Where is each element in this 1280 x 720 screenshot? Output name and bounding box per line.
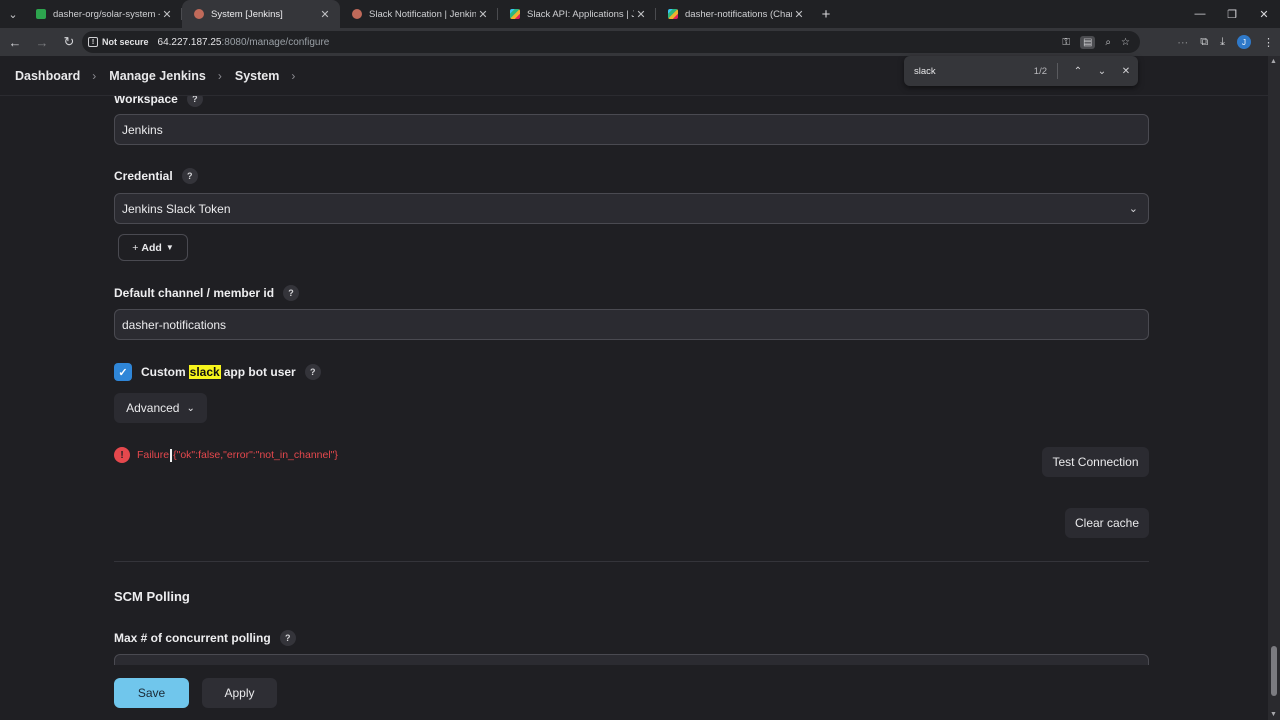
tab-groups-icon[interactable]: ⋯ bbox=[1177, 36, 1188, 49]
find-match-count: 1/2 bbox=[1033, 65, 1047, 77]
find-in-page-bar: slack 1/2 ⌃ ⌄ ✕ bbox=[904, 56, 1138, 86]
apply-button[interactable]: Apply bbox=[202, 678, 277, 708]
reload-icon[interactable]: ↻ bbox=[57, 34, 81, 50]
tab-title: System [Jenkins] bbox=[211, 8, 283, 20]
browser-tab[interactable]: dasher-org/solar-system - sola ✕ bbox=[24, 0, 182, 28]
browser-tab[interactable]: Slack API: Applications | Jenkins ✕ bbox=[498, 0, 656, 28]
find-next-icon[interactable]: ⌄ bbox=[1090, 66, 1114, 77]
workspace-field[interactable]: Jenkins bbox=[114, 114, 1149, 145]
find-input[interactable]: slack bbox=[914, 66, 1034, 77]
new-tab-icon[interactable]: + bbox=[814, 6, 838, 23]
advanced-button[interactable]: Advanced ⌄ bbox=[114, 393, 207, 423]
find-close-icon[interactable]: ✕ bbox=[1114, 66, 1138, 77]
github-favicon-icon bbox=[36, 9, 46, 19]
zoom-icon[interactable]: ⌕ bbox=[1105, 37, 1111, 48]
jenkins-favicon-icon bbox=[352, 9, 362, 19]
slack-favicon-icon bbox=[510, 9, 520, 19]
connection-failure-message: ! Failure {"ok":false,"error":"not_in_ch… bbox=[114, 447, 338, 463]
profile-avatar[interactable]: J bbox=[1237, 35, 1251, 49]
help-icon[interactable]: ? bbox=[279, 630, 296, 646]
close-tab-icon[interactable]: ✕ bbox=[634, 8, 648, 21]
chevron-right-icon[interactable]: › bbox=[291, 69, 295, 83]
custom-bot-user-row: ✓ Custom slack app bot user ? bbox=[114, 363, 321, 381]
tab-search-icon[interactable]: ⌄ bbox=[2, 3, 24, 25]
close-tab-icon[interactable]: ✕ bbox=[792, 8, 806, 21]
back-icon[interactable]: ← bbox=[3, 35, 27, 50]
minimize-icon[interactable]: — bbox=[1184, 0, 1216, 28]
chevron-down-icon: ⌄ bbox=[1128, 203, 1138, 215]
close-tab-icon[interactable]: ✕ bbox=[476, 8, 490, 21]
save-button[interactable]: Save bbox=[114, 678, 189, 708]
breadcrumb-system[interactable]: System bbox=[235, 69, 279, 83]
help-icon[interactable]: ? bbox=[304, 364, 321, 380]
caret-down-icon: ▼ bbox=[165, 243, 174, 252]
breadcrumb-manage-jenkins[interactable]: Manage Jenkins bbox=[109, 69, 206, 83]
restore-icon[interactable]: ❐ bbox=[1216, 0, 1248, 28]
breadcrumb-dashboard[interactable]: Dashboard bbox=[15, 69, 80, 83]
tab-title: Slack Notification | Jenkins plug bbox=[369, 8, 476, 20]
scrollbar-thumb[interactable] bbox=[1271, 646, 1277, 696]
add-credential-button[interactable]: + Add ▼ bbox=[118, 234, 188, 261]
download-icon[interactable]: ⤓ bbox=[1220, 36, 1225, 49]
find-previous-icon[interactable]: ⌃ bbox=[1066, 66, 1090, 77]
custom-bot-user-checkbox[interactable]: ✓ bbox=[114, 363, 132, 381]
default-channel-field[interactable]: dasher-notifications bbox=[114, 309, 1149, 340]
tab-title: dasher-org/solar-system - sola bbox=[53, 8, 160, 20]
chevron-down-icon: ⌄ bbox=[186, 402, 195, 414]
warning-icon: ! bbox=[88, 37, 98, 47]
help-icon[interactable]: ? bbox=[181, 168, 198, 184]
tab-title: Slack API: Applications | Jenkins bbox=[527, 8, 634, 20]
window-controls: — ❐ ✕ bbox=[1184, 0, 1280, 28]
browser-tab-strip: ⌄ dasher-org/solar-system - sola ✕ Syste… bbox=[0, 0, 1280, 28]
browser-toolbar: ← → ↻ ! Not secure 64.227.187.25:8080/ma… bbox=[0, 28, 1280, 56]
tab-title: dasher-notifications (Channel) bbox=[685, 8, 792, 20]
close-tab-icon[interactable]: ✕ bbox=[318, 8, 332, 21]
scm-polling-heading: SCM Polling bbox=[114, 589, 190, 604]
password-key-icon[interactable]: ⚿ bbox=[1062, 37, 1070, 48]
credential-label: Credential ? bbox=[114, 168, 198, 184]
url-path: :8080/manage/configure bbox=[221, 36, 330, 48]
bookmark-star-icon[interactable]: ☆ bbox=[1121, 37, 1130, 48]
jenkins-favicon-icon bbox=[194, 9, 204, 19]
page-scrollbar[interactable]: ▲ ▼ bbox=[1268, 56, 1280, 720]
jenkins-page: Dashboard › Manage Jenkins › System › Wo… bbox=[0, 56, 1280, 720]
credential-select[interactable]: Jenkins Slack Token ⌄ bbox=[114, 193, 1149, 224]
url-host: 64.227.187.25 bbox=[157, 36, 222, 48]
address-bar[interactable]: ! Not secure 64.227.187.25:8080/manage/c… bbox=[82, 31, 1140, 53]
scroll-up-icon[interactable]: ▲ bbox=[1270, 58, 1277, 65]
security-indicator[interactable]: ! Not secure bbox=[88, 37, 149, 47]
form-action-bar: Save Apply bbox=[0, 665, 1268, 720]
forward-icon[interactable]: → bbox=[30, 35, 54, 50]
browser-menu-icon[interactable]: ⋮ bbox=[1263, 36, 1274, 49]
section-divider bbox=[114, 561, 1149, 562]
default-channel-label: Default channel / member id ? bbox=[114, 285, 300, 301]
scroll-down-icon[interactable]: ▼ bbox=[1270, 711, 1277, 718]
slack-favicon-icon bbox=[668, 9, 678, 19]
chevron-right-icon: › bbox=[92, 68, 97, 83]
plus-icon: + bbox=[132, 241, 139, 254]
max-concurrent-polling-label: Max # of concurrent polling ? bbox=[114, 630, 296, 646]
browser-tab[interactable]: Slack Notification | Jenkins plug ✕ bbox=[340, 0, 498, 28]
help-icon[interactable]: ? bbox=[283, 285, 300, 301]
extensions-icon[interactable]: ⧉ bbox=[1200, 36, 1208, 49]
browser-tab-active[interactable]: System [Jenkins] ✕ bbox=[182, 0, 340, 28]
chevron-right-icon: › bbox=[217, 68, 222, 83]
error-icon: ! bbox=[114, 447, 130, 463]
text-cursor-icon bbox=[170, 448, 173, 462]
close-tab-icon[interactable]: ✕ bbox=[160, 8, 174, 21]
extension-page-icon[interactable]: ▤ bbox=[1079, 35, 1096, 49]
close-window-icon[interactable]: ✕ bbox=[1248, 0, 1280, 28]
test-connection-button[interactable]: Test Connection bbox=[1042, 447, 1149, 477]
browser-tab[interactable]: dasher-notifications (Channel) ✕ bbox=[656, 0, 814, 28]
clear-cache-button[interactable]: Clear cache bbox=[1065, 508, 1149, 538]
find-highlight: slack bbox=[188, 365, 221, 379]
